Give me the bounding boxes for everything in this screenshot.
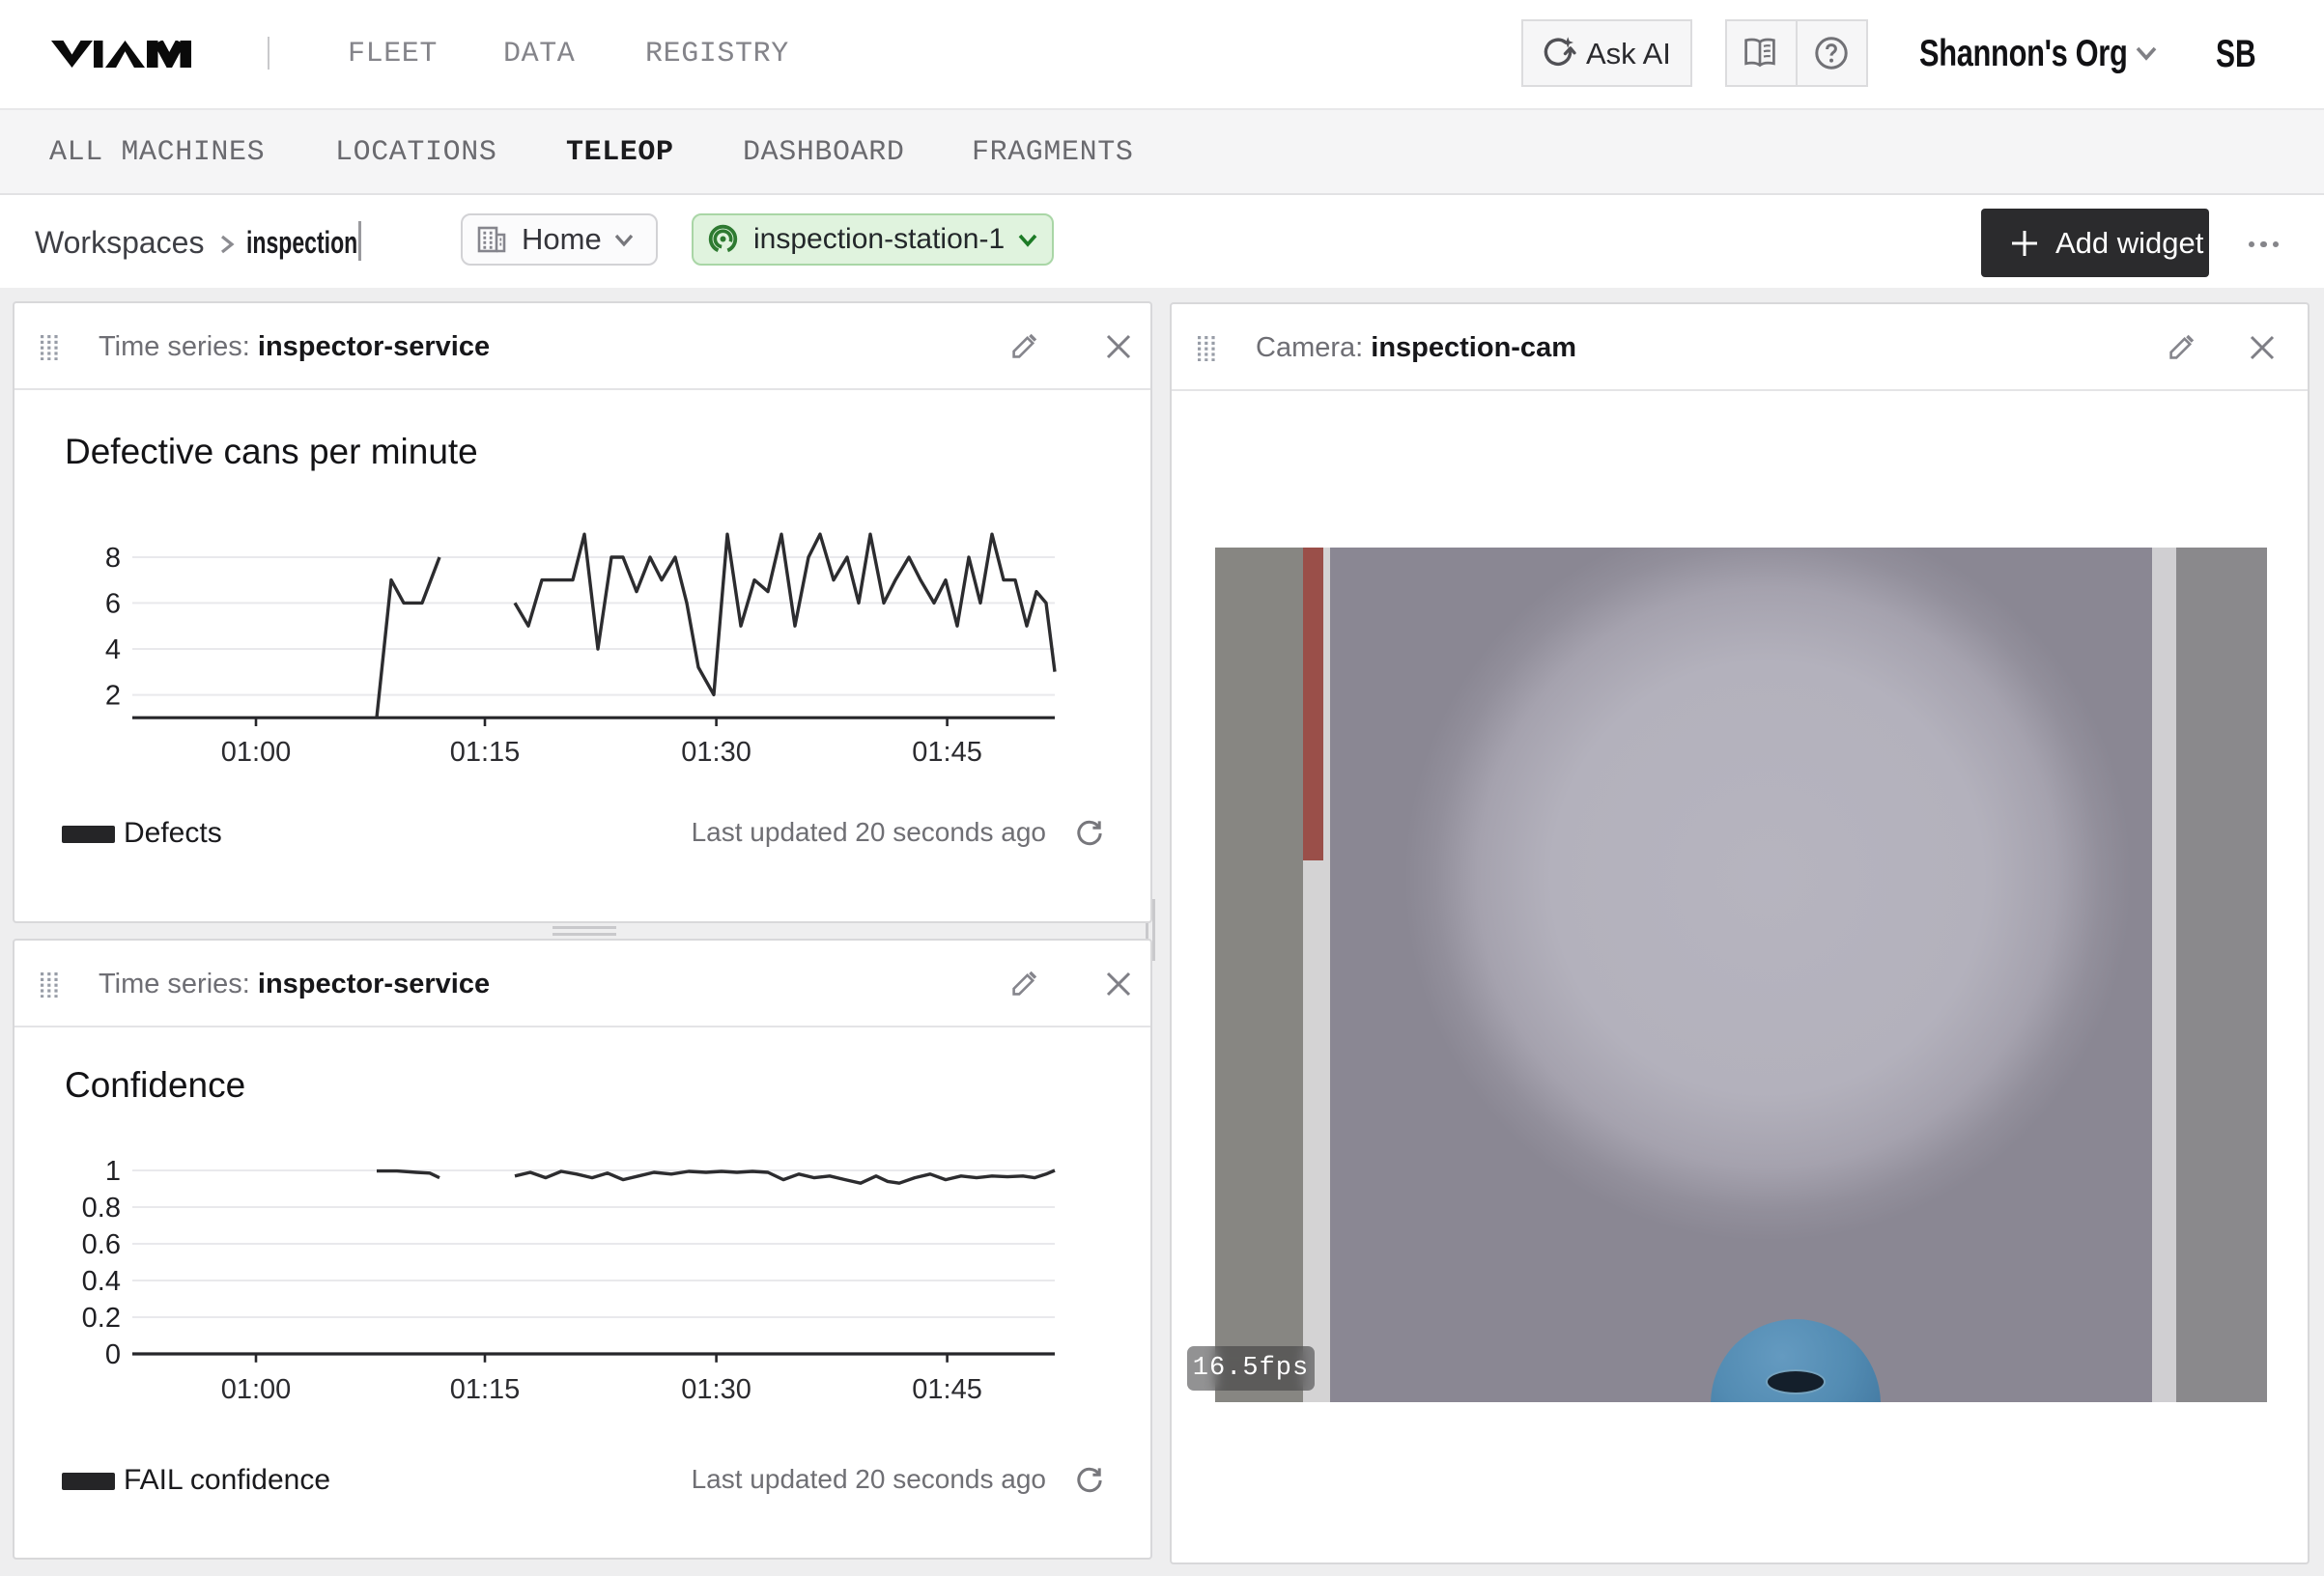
svg-text:01:00: 01:00 bbox=[221, 1374, 292, 1405]
svg-text:Confidence: Confidence bbox=[65, 1065, 245, 1105]
svg-text:01:15: 01:15 bbox=[450, 1374, 521, 1405]
svg-text:01:00: 01:00 bbox=[221, 737, 292, 768]
svg-text:01:45: 01:45 bbox=[912, 1374, 982, 1405]
svg-text:01:15: 01:15 bbox=[450, 737, 521, 768]
svg-text:4: 4 bbox=[105, 634, 121, 665]
svg-text:2: 2 bbox=[105, 681, 121, 712]
svg-text:1: 1 bbox=[105, 1156, 121, 1187]
svg-text:8: 8 bbox=[105, 543, 121, 574]
svg-text:Defective cans per minute: Defective cans per minute bbox=[65, 432, 478, 471]
svg-text:0.2: 0.2 bbox=[82, 1303, 121, 1334]
svg-text:01:30: 01:30 bbox=[681, 1374, 751, 1405]
svg-text:0.8: 0.8 bbox=[82, 1193, 121, 1224]
svg-text:6: 6 bbox=[105, 588, 121, 619]
svg-text:0: 0 bbox=[105, 1339, 121, 1370]
svg-text:0.4: 0.4 bbox=[82, 1266, 121, 1297]
svg-text:01:30: 01:30 bbox=[681, 737, 751, 768]
svg-text:01:45: 01:45 bbox=[912, 737, 982, 768]
svg-text:0.6: 0.6 bbox=[82, 1229, 121, 1260]
